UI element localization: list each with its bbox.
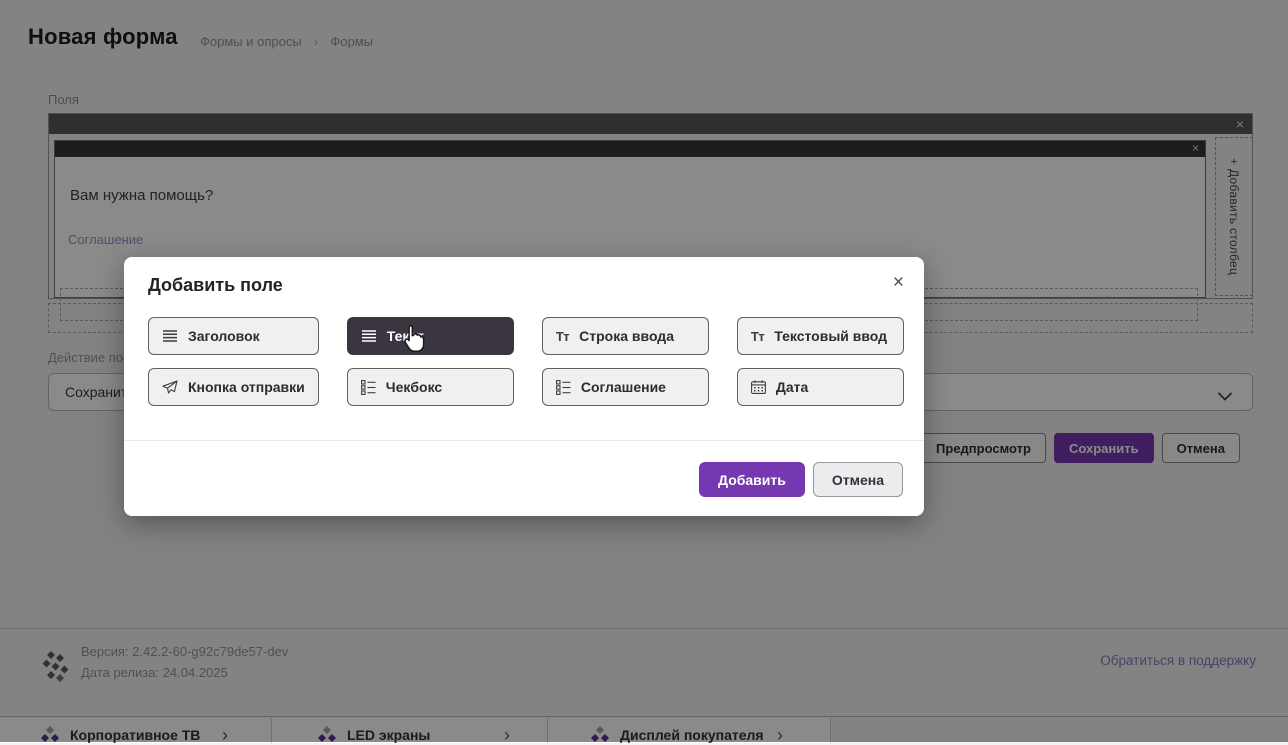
field-type-date[interactable]: Дата <box>737 368 904 406</box>
field-type-text[interactable]: Текст <box>347 317 514 355</box>
text-size-icon: Tт <box>751 329 764 344</box>
field-type-submit-button[interactable]: Кнопка отправки <box>148 368 319 406</box>
field-type-grid: Заголовок Текст Tт Строка ввода Tт Текст… <box>148 317 904 406</box>
lines-icon <box>162 330 178 342</box>
text-size-icon: Tт <box>556 329 569 344</box>
send-icon <box>162 380 178 394</box>
field-type-heading[interactable]: Заголовок <box>148 317 319 355</box>
field-type-agreement[interactable]: Соглашение <box>542 368 709 406</box>
modal-close-icon[interactable]: × <box>893 273 904 293</box>
add-field-modal: Добавить поле × Заголовок Текст Tт Строк… <box>124 257 924 516</box>
calendar-icon <box>751 380 766 394</box>
modal-title: Добавить поле <box>148 275 283 296</box>
field-type-checkbox[interactable]: Чекбокс <box>347 368 514 406</box>
checklist-icon <box>556 380 571 395</box>
modal-footer-divider <box>124 440 924 441</box>
modal-cancel-button[interactable]: Отмена <box>813 462 903 497</box>
lines-icon <box>361 330 377 342</box>
modal-footer: Добавить Отмена <box>699 462 903 497</box>
field-type-textarea[interactable]: Tт Текстовый ввод <box>737 317 904 355</box>
modal-add-button[interactable]: Добавить <box>699 462 805 497</box>
checklist-icon <box>361 380 376 395</box>
field-type-input-line[interactable]: Tт Строка ввода <box>542 317 709 355</box>
